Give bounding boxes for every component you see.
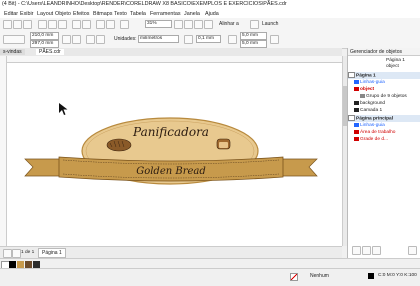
menu-item-janela[interactable]: Janela: [184, 11, 200, 17]
menu-item-ferramentas[interactable]: Ferramentas: [150, 11, 181, 17]
artwork-title: Panificadora: [132, 125, 209, 139]
duplicate-x-field[interactable]: 5,0 mm: [240, 32, 267, 40]
bread-loaf-left-icon: [106, 138, 132, 152]
artwork[interactable]: Panificadora Golden Bread: [7, 63, 342, 246]
menu-item-efeitos[interactable]: Efeitos: [73, 11, 89, 17]
tree-row-master-guides[interactable]: Linhas-guia: [348, 122, 420, 129]
tree-row-desktop[interactable]: Área de trabalho: [348, 129, 420, 136]
edit-bleed-icon[interactable]: [270, 35, 279, 44]
units-label: Unidades:: [114, 36, 137, 42]
export-icon[interactable]: [106, 20, 115, 29]
fill-status: Nenhum: [310, 273, 329, 279]
menu-item-texto[interactable]: Texto: [114, 11, 127, 17]
open-icon[interactable]: [13, 20, 22, 29]
page-width-field[interactable]: 210,0 mm: [30, 32, 59, 40]
cut-icon[interactable]: [38, 20, 47, 29]
swatch-black[interactable]: [9, 261, 16, 268]
portrait-icon[interactable]: [62, 35, 71, 44]
new-icon[interactable]: [3, 20, 12, 29]
delete-icon[interactable]: [408, 246, 417, 255]
tree-row-master-page[interactable]: Página principal: [348, 115, 420, 122]
tree-row-background[interactable]: background: [348, 100, 420, 107]
page-size-select[interactable]: [3, 35, 25, 44]
align-to-label[interactable]: Alinhar a: [219, 21, 239, 27]
panel-title: Gerenciador de objetos: [348, 48, 420, 56]
units-select[interactable]: milímetros: [138, 35, 179, 43]
swatch-dark-gray[interactable]: [33, 261, 40, 268]
outline-color-icon: [368, 273, 374, 279]
page-height-field[interactable]: 297,0 mm: [30, 40, 59, 48]
vertical-ruler[interactable]: [0, 56, 7, 246]
mouse-cursor-icon: [59, 103, 68, 115]
tree-row-page-1[interactable]: Página 1: [348, 72, 420, 79]
tab-welcome[interactable]: s-vindas: [0, 49, 25, 55]
drawing-canvas[interactable]: Panificadora Golden Bread: [7, 63, 342, 246]
page-tab-1[interactable]: Página 1: [38, 248, 66, 258]
duplicate-distance-icon: [228, 35, 237, 44]
swatch-tan[interactable]: [17, 261, 24, 268]
window-title: (4 Bit) - C:\Users\LEANDRINHO\Desktop\RE…: [2, 1, 287, 7]
tree-row-document-grid[interactable]: Grade de d...: [348, 136, 420, 143]
tree-row-object-layer[interactable]: object: [348, 86, 420, 93]
redo-icon[interactable]: [82, 20, 91, 29]
tree-row-group[interactable]: Grupo de 9 objetos: [348, 93, 420, 100]
launch-button[interactable]: Launch: [262, 21, 278, 27]
landscape-icon[interactable]: [72, 35, 81, 44]
prev-page-icon[interactable]: [12, 249, 21, 258]
swatch-brown[interactable]: [25, 261, 32, 268]
all-pages-icon[interactable]: [86, 35, 95, 44]
menu-item-objeto[interactable]: Objeto: [55, 11, 71, 17]
full-screen-icon[interactable]: [174, 20, 183, 29]
menu-item-tabela[interactable]: Tabela: [130, 11, 146, 17]
horizontal-ruler[interactable]: [6, 56, 342, 63]
guidelines-icon[interactable]: [204, 20, 213, 29]
save-icon[interactable]: [23, 20, 32, 29]
menu-item-layout[interactable]: Layout: [37, 11, 53, 17]
rulers-icon[interactable]: [184, 20, 193, 29]
zoom-level-field[interactable]: 31%: [145, 20, 172, 28]
menu-item-bitmaps[interactable]: Bitmaps: [93, 11, 112, 17]
tab-paes-document[interactable]: PÃES.cdr: [36, 49, 64, 55]
outline-color-status: C:0 M:0 Y:0 K:100: [378, 273, 417, 278]
status-bar: Nenhum C:0 M:0 Y:0 K:100: [0, 268, 420, 286]
object-manager-panel: Gerenciador de objetos Página 1 object P…: [347, 48, 420, 258]
nudge-distance-field[interactable]: 0,1 mm: [196, 35, 221, 43]
tree-row-layer-1[interactable]: Camada 1: [348, 107, 420, 114]
paste-icon[interactable]: [58, 20, 67, 29]
panel-current-page: Página 1: [386, 58, 405, 63]
panel-current-layer: object: [386, 64, 399, 69]
current-page-icon[interactable]: [96, 35, 105, 44]
artwork-banner-text: Golden Bread: [136, 166, 206, 177]
menu-item-exibir[interactable]: Exibir: [20, 11, 33, 17]
grid-icon[interactable]: [194, 20, 203, 29]
new-master-layer-icon[interactable]: [362, 246, 371, 255]
publish-pdf-icon[interactable]: [120, 20, 129, 29]
import-icon[interactable]: [96, 20, 105, 29]
first-page-icon[interactable]: [3, 249, 12, 258]
bread-slice-right-icon: [216, 138, 231, 150]
duplicate-y-field[interactable]: 5,0 mm: [240, 40, 267, 48]
options-gear-icon[interactable]: [250, 20, 259, 29]
copy-icon[interactable]: [48, 20, 57, 29]
nudge-icon: [184, 35, 193, 44]
page-count: 1 de 1: [21, 250, 35, 255]
menu-item-editar[interactable]: Editar: [4, 11, 18, 17]
tree-row-guides[interactable]: Linhas-guia: [348, 79, 420, 86]
property-bar: 210,0 mm 297,0 mm Unidades: milímetros 0…: [0, 30, 420, 49]
new-layer-icon[interactable]: [352, 246, 361, 255]
undo-icon[interactable]: [72, 20, 81, 29]
menu-item-ajuda[interactable]: Ajuda: [205, 11, 219, 17]
fill-none-icon: [290, 273, 298, 281]
new-master-layer-all-icon[interactable]: [372, 246, 381, 255]
